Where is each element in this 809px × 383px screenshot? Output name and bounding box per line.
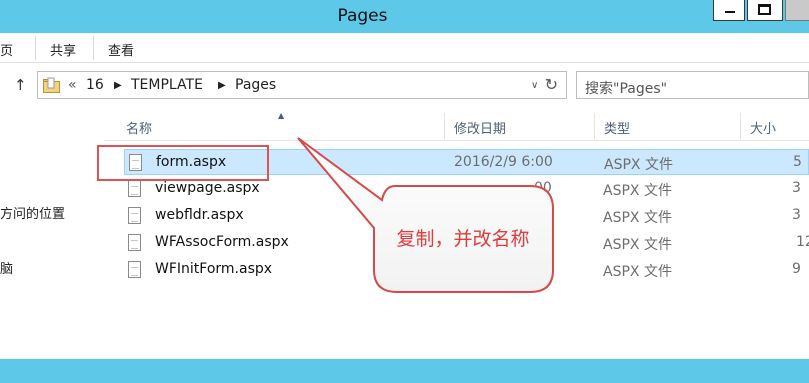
up-arrow-icon[interactable]: ↑ xyxy=(14,76,27,94)
column-divider[interactable] xyxy=(740,113,741,139)
maximize-button[interactable] xyxy=(747,0,783,21)
minimize-icon xyxy=(725,11,735,13)
file-name: WFAssocForm.aspx xyxy=(155,234,289,250)
file-type: ASPX 文件 xyxy=(604,157,673,173)
tab-divider xyxy=(35,36,36,60)
highlight-box xyxy=(97,145,269,181)
breadcrumb-pages[interactable]: Pages xyxy=(235,77,276,93)
file-size: 3 xyxy=(792,207,801,223)
file-name: webfldr.aspx xyxy=(155,207,244,223)
address-bar[interactable]: « 16 ▶ TEMPLATE ▶ Pages ∨ ↻ xyxy=(37,71,567,99)
breadcrumb-16[interactable]: 16 xyxy=(86,77,104,93)
search-input[interactable]: 搜索"Pages" xyxy=(576,71,809,99)
ribbon-tabs: 主页 共享 查看 xyxy=(0,33,809,63)
file-size: 3 xyxy=(792,180,801,196)
file-date: 2016/2/9 6:00 xyxy=(454,154,553,170)
column-header-date[interactable]: 修改日期 xyxy=(454,118,506,137)
column-headers: ▲ 名称 修改日期 类型 大小 xyxy=(104,111,809,141)
file-size: 12 xyxy=(796,234,809,250)
breadcrumb-separator-icon[interactable]: ▶ xyxy=(114,80,122,91)
file-size: 9 xyxy=(792,261,801,277)
window-title: Pages xyxy=(337,6,388,26)
search-placeholder: 搜索"Pages" xyxy=(585,81,668,97)
column-divider[interactable] xyxy=(594,113,595,139)
file-type: ASPX 文件 xyxy=(603,183,672,199)
sort-ascending-icon: ▲ xyxy=(278,111,285,120)
file-type: ASPX 文件 xyxy=(603,237,672,253)
refresh-icon[interactable]: ↻ xyxy=(545,75,558,94)
tab-divider xyxy=(93,36,94,60)
status-bar xyxy=(0,359,809,383)
file-icon xyxy=(128,261,141,278)
column-divider[interactable] xyxy=(444,113,445,139)
maximize-icon xyxy=(758,4,771,15)
file-type: ASPX 文件 xyxy=(603,210,672,226)
file-name: WFInitForm.aspx xyxy=(155,261,273,277)
title-bar: Pages xyxy=(0,0,809,33)
breadcrumb-overflow[interactable]: « xyxy=(68,77,77,93)
address-row: ↑ « 16 ▶ TEMPLATE ▶ Pages ∨ ↻ 搜索"Pages" xyxy=(0,63,809,109)
file-size: 5 xyxy=(793,154,802,170)
breadcrumb-separator-icon[interactable]: ▶ xyxy=(218,80,226,91)
nav-item-computer[interactable]: 脑 xyxy=(0,258,13,277)
file-date: 00 xyxy=(534,180,552,196)
callout-text: 复制，并改名称 xyxy=(396,228,530,250)
file-type: ASPX 文件 xyxy=(603,264,672,280)
explorer-window: Pages 主页 共享 查看 ↑ « 16 ▶ TEMPLATE ▶ Pages… xyxy=(0,0,809,383)
chevron-down-icon[interactable]: ∨ xyxy=(531,80,538,91)
column-header-size[interactable]: 大小 xyxy=(750,118,776,137)
tab-view[interactable]: 查看 xyxy=(108,40,134,59)
minimize-button[interactable] xyxy=(713,0,745,21)
column-header-name[interactable]: 名称 xyxy=(126,118,152,137)
file-row[interactable]: WFInitForm.aspx ASPX 文件 9 xyxy=(124,257,809,283)
nav-item-recent-places[interactable]: 方问的位置 xyxy=(0,203,65,222)
breadcrumb-template[interactable]: TEMPLATE xyxy=(131,77,203,93)
file-icon xyxy=(128,180,141,197)
tab-home[interactable]: 主页 xyxy=(0,40,13,59)
navigation-pane: 方问的位置 脑 xyxy=(0,109,104,359)
folder-icon xyxy=(43,77,60,93)
file-icon xyxy=(128,234,141,251)
file-name: viewpage.aspx xyxy=(155,180,260,196)
tab-share[interactable]: 共享 xyxy=(50,40,76,59)
column-header-type[interactable]: 类型 xyxy=(604,118,630,137)
file-icon xyxy=(128,207,141,224)
close-button[interactable] xyxy=(785,0,809,21)
